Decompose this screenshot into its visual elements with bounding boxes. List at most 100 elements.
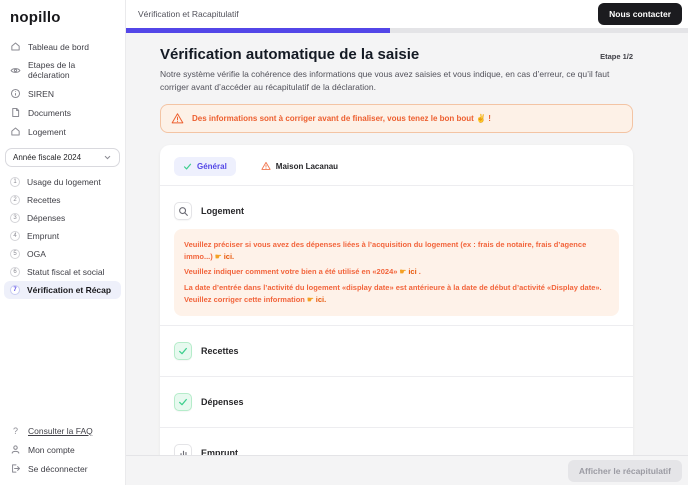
error-message: Veuillez préciser si vous avez des dépen… — [184, 239, 609, 263]
section-emprunt: Emprunt — [174, 437, 619, 455]
error-box-logement: Veuillez préciser si vous avez des dépen… — [174, 229, 619, 316]
sidebar-item-logement[interactable]: Logement — [0, 122, 125, 141]
sidebar-item-siren[interactable]: SIREN — [0, 84, 125, 103]
step-number: 2 — [10, 195, 20, 205]
step-number: 4 — [10, 231, 20, 241]
step-label: Dépenses — [27, 213, 65, 223]
sidebar-step-statut-fiscal[interactable]: 6 Statut fiscal et social — [0, 263, 125, 281]
fiscal-year-select[interactable]: Année fiscale 2024 — [5, 148, 120, 167]
divider — [160, 427, 633, 428]
verification-card: Général Maison Lacanau Logement — [160, 145, 633, 455]
content-area: Vérification automatique de la saisie Et… — [126, 33, 688, 455]
check-icon — [174, 342, 192, 360]
error-message: La date d’entrée dans l’activité du loge… — [184, 282, 609, 306]
page-description: Notre système vérifie la cohérence des i… — [160, 68, 633, 94]
home-icon — [10, 126, 21, 137]
fiscal-year-value: Année fiscale 2024 — [13, 153, 81, 162]
step-indicator: Etape 1/2 — [600, 52, 633, 63]
sidebar-item-mon-compte[interactable]: Mon compte — [0, 440, 125, 459]
sidebar-item-label: Mon compte — [28, 445, 75, 455]
sidebar-step-emprunt[interactable]: 4 Emprunt — [0, 227, 125, 245]
section-logement: Logement — [174, 195, 619, 227]
pointing-finger-icon: ☛ — [307, 295, 314, 304]
sidebar-step-recettes[interactable]: 2 Recettes — [0, 191, 125, 209]
step-label: Statut fiscal et social — [27, 267, 104, 277]
warning-triangle-icon — [261, 161, 271, 171]
magnifier-icon — [174, 202, 192, 220]
sidebar-item-se-deconnecter[interactable]: Se déconnecter — [0, 459, 125, 478]
section-recettes: Recettes — [174, 335, 619, 367]
footer-bar: Afficher le récapitulatif — [126, 455, 688, 485]
section-title: Emprunt — [201, 448, 238, 455]
step-number: 5 — [10, 249, 20, 259]
sidebar-step-oga[interactable]: 5 OGA — [0, 245, 125, 263]
pointing-finger-icon: ☛ — [215, 252, 222, 261]
sidebar-item-label: Tableau de bord — [28, 42, 89, 52]
tab-label: Général — [197, 162, 227, 171]
brand-logo: nopillo — [0, 0, 125, 37]
sidebar-step-verification-et-recap[interactable]: 7 Vérification et Récap — [4, 281, 121, 299]
home-icon — [10, 41, 21, 52]
question-icon: ? — [10, 425, 21, 436]
topbar-tab-label: Vérification et Racapitulatif — [138, 9, 239, 19]
error-message: Veuillez indiquer comment votre bien a é… — [184, 266, 609, 278]
divider — [160, 325, 633, 326]
step-number: 7 — [10, 285, 20, 295]
document-icon — [10, 107, 21, 118]
warning-banner-text: Des informations sont à corriger avant d… — [192, 114, 491, 123]
tab-maison-lacanau[interactable]: Maison Lacanau — [252, 156, 347, 176]
check-icon — [174, 393, 192, 411]
sidebar-step-depenses[interactable]: 3 Dépenses — [0, 209, 125, 227]
eye-icon — [10, 65, 21, 76]
section-title: Dépenses — [201, 397, 244, 407]
sidebar-footer: ? Consulter la FAQ Mon compte Se déconne… — [0, 421, 125, 485]
sidebar-item-label: Documents — [28, 108, 71, 118]
section-title: Logement — [201, 206, 244, 216]
loan-icon — [174, 444, 192, 455]
tab-general[interactable]: Général — [174, 157, 236, 176]
sidebar-item-faq[interactable]: ? Consulter la FAQ — [0, 421, 125, 440]
flexed-biceps-icon: ✌ — [476, 114, 486, 123]
step-number: 3 — [10, 213, 20, 223]
sidebar-item-label: Logement — [28, 127, 66, 137]
sidebar-item-label: Consulter la FAQ — [28, 426, 93, 436]
section-title: Recettes — [201, 346, 239, 356]
sidebar-item-label: Etapes de la déclaration — [28, 60, 115, 80]
step-number: 1 — [10, 177, 20, 187]
tab-label: Maison Lacanau — [276, 162, 338, 171]
step-label: Usage du logement — [27, 177, 101, 187]
sidebar: nopillo Tableau de bord Etapes de la déc… — [0, 0, 126, 485]
pointing-finger-icon: ☛ — [400, 267, 407, 276]
step-label: Vérification et Récap — [27, 285, 111, 295]
sidebar-item-etapes[interactable]: Etapes de la déclaration — [0, 56, 125, 84]
warning-banner: Des informations sont à corriger avant d… — [160, 104, 633, 133]
step-label: Emprunt — [27, 231, 59, 241]
sidebar-item-label: SIREN — [28, 89, 54, 99]
step-label: OGA — [27, 249, 46, 259]
sidebar-item-tableau-de-bord[interactable]: Tableau de bord — [0, 37, 125, 56]
error-link-ici[interactable]: ici. — [316, 295, 326, 304]
step-label: Recettes — [27, 195, 61, 205]
divider — [160, 185, 633, 186]
show-recap-button[interactable]: Afficher le récapitulatif — [568, 460, 682, 482]
logout-icon — [10, 463, 21, 474]
main-area: Vérification et Racapitulatif Nous conta… — [126, 0, 688, 485]
error-link-ici[interactable]: ici. — [224, 252, 234, 261]
check-icon — [183, 162, 192, 171]
sidebar-item-documents[interactable]: Documents — [0, 103, 125, 122]
chevron-down-icon — [103, 153, 112, 162]
info-icon — [10, 88, 21, 99]
topbar: Vérification et Racapitulatif Nous conta… — [126, 0, 688, 28]
section-depenses: Dépenses — [174, 386, 619, 418]
sidebar-item-label: Se déconnecter — [28, 464, 88, 474]
app-window: nopillo Tableau de bord Etapes de la déc… — [0, 0, 688, 485]
step-number: 6 — [10, 267, 20, 277]
contact-button[interactable]: Nous contacter — [598, 3, 682, 25]
sidebar-step-usage-du-logement[interactable]: 1 Usage du logement — [0, 173, 125, 191]
error-link-ici[interactable]: ici — [408, 267, 416, 276]
page-title: Vérification automatique de la saisie — [160, 46, 419, 63]
warning-triangle-icon — [171, 112, 184, 125]
card-tabs: Général Maison Lacanau — [174, 156, 619, 176]
divider — [160, 376, 633, 377]
user-icon — [10, 444, 21, 455]
